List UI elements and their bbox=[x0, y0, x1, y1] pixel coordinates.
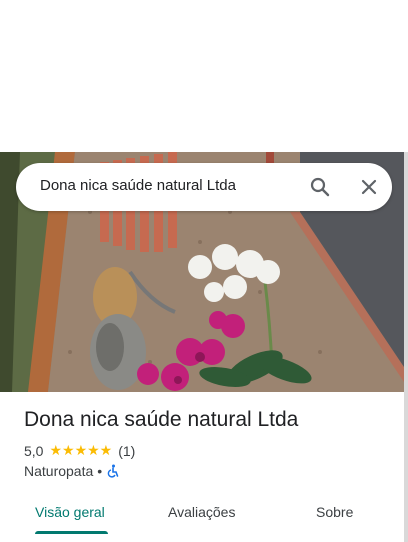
search-input[interactable]: Dona nica saúde natural Ltda bbox=[40, 177, 236, 194]
review-count-link[interactable]: (1) bbox=[118, 443, 135, 459]
tab-about[interactable]: Sobre bbox=[316, 504, 353, 520]
tab-reviews[interactable]: Avaliações bbox=[168, 504, 235, 520]
rating-row[interactable]: 5,0 ★★★★★ (1) bbox=[24, 443, 135, 459]
star-rating: ★★★★★ bbox=[49, 444, 113, 458]
tab-overview[interactable]: Visão geral bbox=[35, 504, 105, 520]
star-icon: ★★★★★ bbox=[49, 443, 113, 459]
search-icon[interactable] bbox=[308, 175, 332, 199]
close-icon[interactable] bbox=[357, 175, 381, 199]
map-area[interactable] bbox=[0, 0, 408, 152]
category-row: Naturopata • bbox=[24, 463, 120, 479]
place-details-page: Dona nica saúde natural Ltda Dona nica s… bbox=[0, 0, 408, 542]
separator-dot: • bbox=[97, 463, 103, 479]
category-label[interactable]: Naturopata bbox=[24, 463, 93, 479]
rating-value: 5,0 bbox=[24, 443, 44, 459]
search-bar[interactable]: Dona nica saúde natural Ltda bbox=[16, 163, 392, 211]
scrollbar[interactable] bbox=[404, 152, 408, 542]
active-tab-indicator bbox=[35, 531, 108, 534]
tab-bar: Visão geral Avaliações Sobre bbox=[0, 494, 404, 536]
place-title: Dona nica saúde natural Ltda bbox=[24, 408, 299, 431]
wheelchair-icon bbox=[106, 464, 120, 478]
